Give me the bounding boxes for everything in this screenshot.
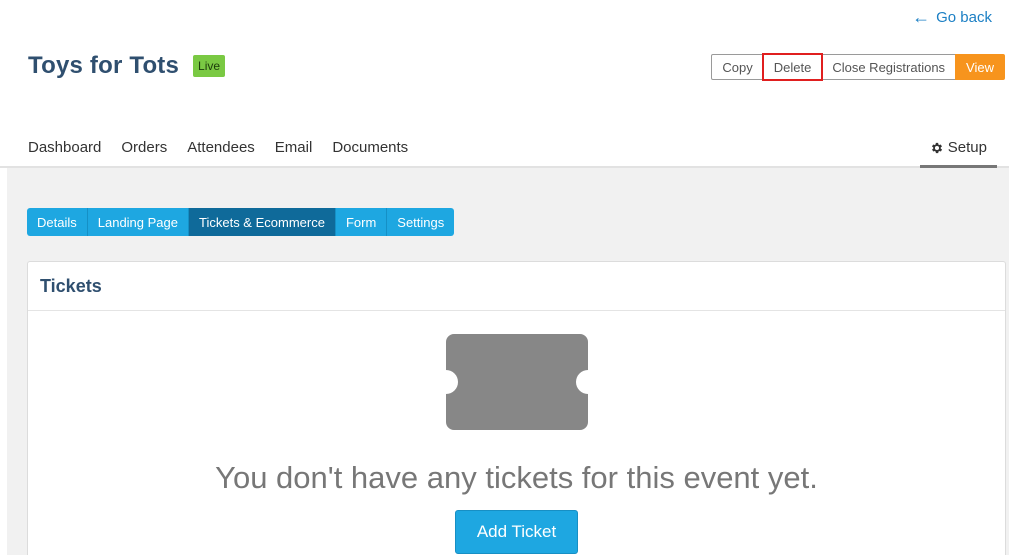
tickets-panel-title: Tickets <box>28 262 1005 311</box>
event-header: Toys for Tots Live <box>28 52 226 80</box>
nav-orders[interactable]: Orders <box>121 139 167 156</box>
page-title: Toys for Tots <box>28 52 180 79</box>
go-back-link[interactable]: ← Go back <box>912 8 992 26</box>
nav-dashboard[interactable]: Dashboard <box>28 139 101 156</box>
delete-button[interactable]: Delete <box>761 53 824 81</box>
tab-landing-page[interactable]: Landing Page <box>87 208 189 236</box>
tab-settings[interactable]: Settings <box>387 208 455 236</box>
setup-label: Setup <box>947 139 987 156</box>
copy-button[interactable]: Copy <box>711 54 764 80</box>
tab-form[interactable]: Form <box>335 208 388 236</box>
nav-attendees[interactable]: Attendees <box>187 139 255 156</box>
tickets-panel: Tickets You don't have any tickets for t… <box>27 261 1006 555</box>
go-back-label: Go back <box>936 8 992 26</box>
tab-tickets-ecommerce[interactable]: Tickets & Ecommerce <box>189 208 336 236</box>
empty-tickets-message: You don't have any tickets for this even… <box>215 460 818 495</box>
setup-content: Details Landing Page Tickets & Ecommerce… <box>7 168 1009 555</box>
main-nav: Dashboard Orders Attendees Email Documen… <box>0 130 1009 168</box>
nav-documents[interactable]: Documents <box>332 139 408 156</box>
tab-details[interactable]: Details <box>27 208 88 236</box>
event-action-buttons: Copy Delete Close Registrations View <box>711 53 1005 81</box>
add-ticket-button[interactable]: Add Ticket <box>455 510 578 554</box>
ticket-icon <box>446 334 588 430</box>
status-badge: Live <box>193 55 226 77</box>
nav-setup[interactable]: Setup <box>919 130 997 168</box>
arrow-left-icon: ← <box>912 7 931 27</box>
close-registrations-button[interactable]: Close Registrations <box>821 54 957 80</box>
gear-icon <box>931 142 942 154</box>
setup-sub-tabs: Details Landing Page Tickets & Ecommerce… <box>27 208 455 236</box>
nav-email[interactable]: Email <box>275 139 313 156</box>
view-button[interactable]: View <box>955 54 1005 80</box>
